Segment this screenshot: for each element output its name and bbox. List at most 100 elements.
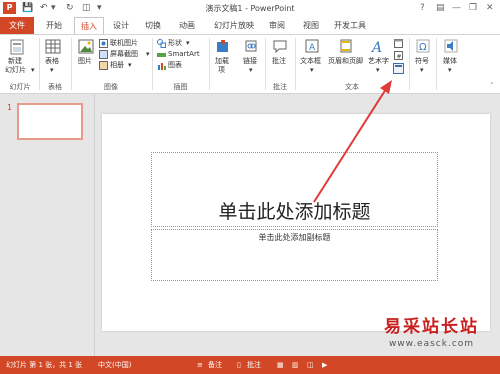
group-label-images: 图像 xyxy=(104,83,118,91)
chevron-down-icon: ▾ xyxy=(50,66,54,74)
title-placeholder[interactable]: 单击此处添加标题 xyxy=(151,152,438,227)
chevron-down-icon: ▾ xyxy=(186,39,190,47)
subtitle-placeholder-text: 单击此处添加副标题 xyxy=(258,233,331,242)
language-status[interactable]: 中文(中国) xyxy=(98,356,131,374)
picture-label: 图片 xyxy=(78,57,92,65)
group-divider xyxy=(436,38,437,90)
tab-insert[interactable]: 插入 xyxy=(74,17,104,35)
object-icon[interactable] xyxy=(393,63,404,74)
album-icon xyxy=(99,61,108,70)
tab-transitions[interactable]: 切换 xyxy=(140,17,166,34)
picture-icon xyxy=(78,39,94,54)
symbol-label: 符号 xyxy=(415,57,429,65)
normal-view-icon[interactable]: ▦ xyxy=(277,356,284,374)
status-bar: 幻灯片 第 1 张，共 1 张 中文(中国) ≡ 备注 ▯ 批注 ▦ ▥ ◫ ▶ xyxy=(0,356,500,374)
slide-canvas: 单击此处添加标题 单击此处添加副标题 xyxy=(102,114,490,331)
ribbon: 新建 幻灯片 ▾ 幻灯片 表格 ▾ 表格 图片 联机图片 屏幕截图 ▾ 相册 ▾… xyxy=(0,34,500,94)
svg-text:A: A xyxy=(370,40,382,53)
header-footer-icon xyxy=(340,39,352,53)
tab-home[interactable]: 开始 xyxy=(40,17,68,34)
slide-count-status: 幻灯片 第 1 张，共 1 张 xyxy=(6,361,83,369)
svg-text:A: A xyxy=(309,43,316,53)
online-picture-icon xyxy=(99,39,108,48)
subtitle-placeholder[interactable]: 单击此处添加副标题 xyxy=(151,229,438,281)
svg-text:Ω: Ω xyxy=(419,42,427,53)
online-picture-label: 联机图片 xyxy=(110,39,138,47)
slide-number-icon[interactable]: # xyxy=(394,51,403,60)
minimize-button[interactable]: — xyxy=(452,2,461,14)
tab-view[interactable]: 视图 xyxy=(298,17,324,34)
slide-sorter-icon[interactable]: ▥ xyxy=(292,356,299,374)
group-divider xyxy=(409,38,410,90)
ribbon-display-icon[interactable]: ▤ xyxy=(436,2,445,14)
close-button[interactable]: ✕ xyxy=(486,2,494,14)
chart-label: 图表 xyxy=(168,61,182,69)
collapse-ribbon-icon[interactable]: ˄ xyxy=(490,82,494,91)
shapes-label: 形状 xyxy=(168,39,182,47)
table-icon xyxy=(45,39,61,54)
addins-label-2: 项 xyxy=(218,66,225,74)
help-icon[interactable]: ? xyxy=(420,2,425,14)
tab-developer[interactable]: 开发工具 xyxy=(330,17,370,34)
group-label-comments: 批注 xyxy=(273,83,287,91)
screenshot-icon xyxy=(99,50,108,59)
album-label: 相册 xyxy=(110,61,124,69)
chevron-down-icon: ▾ xyxy=(249,66,253,74)
chevron-down-icon: ▾ xyxy=(146,50,150,58)
notes-button[interactable]: 备注 xyxy=(208,356,222,374)
group-label-text: 文本 xyxy=(345,83,359,91)
table-label: 表格 xyxy=(45,57,59,65)
comments-button[interactable]: 批注 xyxy=(247,356,261,374)
reading-view-icon[interactable]: ◫ xyxy=(307,356,314,374)
new-slide-icon xyxy=(10,39,24,55)
notes-icon: ≡ xyxy=(197,361,203,369)
date-time-icon[interactable] xyxy=(394,39,403,48)
new-slide-label-2: 幻灯片 xyxy=(5,66,26,74)
chevron-down-icon: ▾ xyxy=(448,66,452,74)
watermark-text: 易采站长站 xyxy=(384,317,479,337)
watermark-url: www.easck.com xyxy=(388,339,475,349)
smartart-label: SmartArt xyxy=(168,50,200,58)
chevron-down-icon: ▾ xyxy=(31,66,35,74)
wordart-icon: A xyxy=(370,40,382,53)
smartart-icon xyxy=(157,53,166,57)
group-divider xyxy=(209,38,210,90)
chevron-down-icon: ▾ xyxy=(310,66,314,74)
links-label: 链接 xyxy=(243,57,257,65)
ribbon-tabs: 文件 开始 插入 设计 切换 动画 幻灯片放映 审阅 视图 开发工具 xyxy=(0,17,500,35)
comment-icon xyxy=(273,40,287,53)
speaker-icon xyxy=(444,39,458,53)
svg-text:#: # xyxy=(397,54,402,61)
restore-button[interactable]: ❐ xyxy=(469,2,477,14)
link-icon xyxy=(245,40,257,52)
thumbnail-number: 1 xyxy=(7,103,13,112)
title-bar: P 💾 ↶ ▾ ↻ ◫ ▾ 演示文稿1 - PowerPoint ? ▤ — ❐… xyxy=(0,0,500,17)
textbox-label: 文本框 xyxy=(300,57,321,65)
chevron-down-icon: ▾ xyxy=(376,66,380,74)
group-label-tables: 表格 xyxy=(48,83,62,91)
tab-animations[interactable]: 动画 xyxy=(174,17,200,34)
addins-label-1: 加载 xyxy=(215,57,229,65)
title-placeholder-text: 单击此处添加标题 xyxy=(218,201,371,223)
wordart-label: 艺术字 xyxy=(368,57,389,65)
omega-icon: Ω xyxy=(416,39,430,53)
group-label-slides: 幻灯片 xyxy=(9,83,31,91)
watermark: 易采站长站 www.easck.com xyxy=(363,316,500,356)
media-label: 媒体 xyxy=(443,57,457,65)
chart-icon xyxy=(158,63,166,70)
comments-icon: ▯ xyxy=(237,361,241,369)
slideshow-icon[interactable]: ▶ xyxy=(322,356,327,374)
tab-design[interactable]: 设计 xyxy=(108,17,134,34)
tab-review[interactable]: 审阅 xyxy=(264,17,290,34)
slide-thumbnail[interactable] xyxy=(17,103,83,140)
group-label-illustrations: 插图 xyxy=(173,83,188,91)
screenshot-label: 屏幕截图 xyxy=(110,50,138,58)
addins-icon xyxy=(217,40,228,52)
tab-slideshow[interactable]: 幻灯片放映 xyxy=(210,17,258,34)
comment-label: 批注 xyxy=(272,57,286,65)
window-title: 演示文稿1 - PowerPoint xyxy=(205,4,295,13)
chevron-down-icon: ▾ xyxy=(128,61,132,69)
tab-file[interactable]: 文件 xyxy=(0,17,34,34)
thumbnail-pane: 1 xyxy=(0,94,95,356)
header-footer-label: 页眉和页脚 xyxy=(328,57,363,65)
